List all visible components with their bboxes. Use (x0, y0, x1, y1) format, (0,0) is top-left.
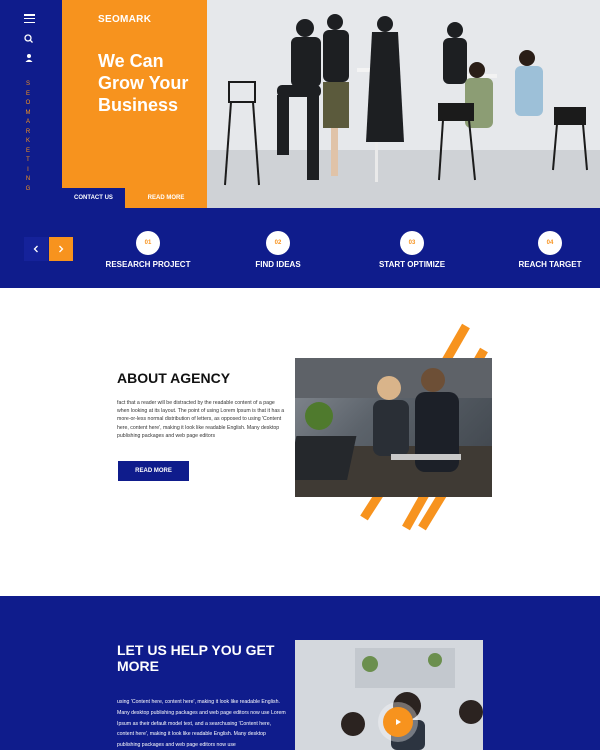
sidebar-vertical-letter: G (25, 185, 31, 192)
brand-logo-text[interactable]: SEOMARK (98, 14, 151, 25)
step-number-badge: 03 (400, 231, 424, 255)
step-find-ideas[interactable]: 02 FIND IDEAS (248, 231, 308, 269)
help-body-text: using 'Content here, content here', maki… (117, 699, 286, 749)
sidebar-vertical-letter: A (25, 119, 30, 125)
sidebar-vertical-letter: E (25, 90, 30, 97)
hero-panel: SEOMARK We Can Grow Your Business CONTAC… (62, 0, 207, 208)
sidebar-vertical-letter: K (25, 138, 30, 144)
step-reach-target[interactable]: 04 REACH TARGET (518, 231, 582, 269)
sidebar-vertical-letter: O (25, 100, 31, 106)
sidebar-vertical-letter: N (25, 176, 31, 182)
play-icon[interactable] (383, 707, 413, 737)
about-team-photo (295, 358, 492, 497)
step-number-badge: 04 (538, 231, 562, 255)
sidebar-vertical-text: SEOMARKETING (23, 80, 33, 194)
step-research-project[interactable]: 01 RESEARCH PROJECT (105, 231, 191, 269)
contact-us-button[interactable]: CONTACT US (62, 188, 125, 208)
step-title: RESEARCH PROJECT (105, 260, 191, 269)
step-number-badge: 01 (136, 231, 160, 255)
hero-read-more-button[interactable]: READ MORE (125, 188, 207, 208)
chevron-left-icon[interactable] (24, 237, 48, 261)
step-title: REACH TARGET (518, 260, 582, 269)
chevron-right-icon[interactable] (49, 237, 73, 261)
about-body-text: fact that a reader will be distracted by… (117, 400, 285, 439)
sidebar-vertical-letter: I (27, 166, 29, 173)
step-start-optimize[interactable]: 03 START OPTIMIZE (378, 231, 446, 269)
about-read-more-button[interactable]: READ MORE (118, 461, 189, 481)
step-title: START OPTIMIZE (378, 260, 446, 269)
sidebar-vertical-letter: S (25, 81, 30, 87)
hamburger-menu-icon[interactable] (24, 14, 35, 24)
about-title: ABOUT AGENCY (117, 370, 231, 386)
step-number-badge: 02 (266, 231, 290, 255)
step-title: FIND IDEAS (255, 260, 301, 269)
search-icon[interactable] (23, 33, 35, 45)
sidebar: SEOMARKETING (0, 0, 62, 208)
sidebar-vertical-letter: T (26, 157, 30, 163)
hero-team-photo (207, 0, 600, 208)
help-title: LET US HELP YOU GET MORE (117, 642, 275, 674)
sidebar-vertical-letter: E (25, 147, 30, 154)
sidebar-vertical-letter: R (25, 128, 31, 135)
hero-headline: We Can Grow Your Business (98, 51, 189, 115)
user-icon[interactable] (23, 52, 35, 64)
sidebar-vertical-letter: M (25, 109, 31, 116)
